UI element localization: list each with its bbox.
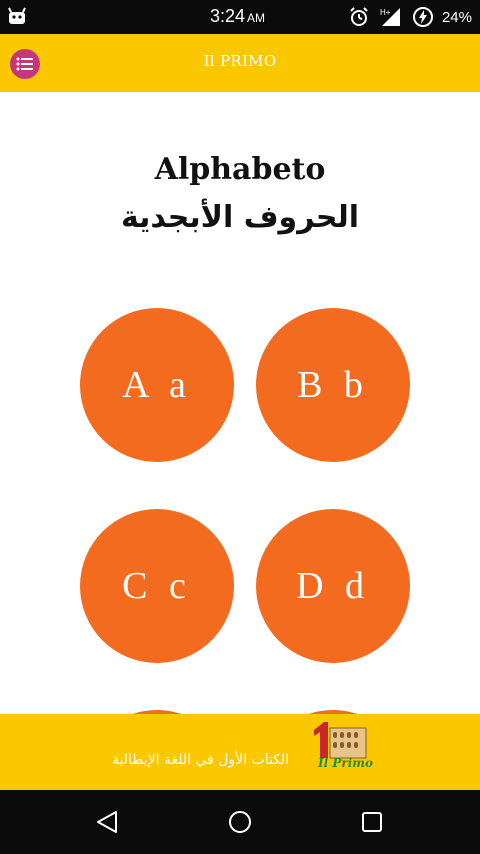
home-icon[interactable] <box>226 808 254 836</box>
status-time: 3:24 AM <box>210 6 265 27</box>
status-icons: H+ 24% <box>348 4 472 30</box>
status-time-ampm: AM <box>247 11 266 25</box>
page-title-arabic: الحروف الأبجدية <box>120 200 360 235</box>
app-header: Il PRIMO <box>0 34 480 92</box>
alphabet-content[interactable]: Alphabeto الحروف الأبجدية A a B b C c D … <box>0 92 480 714</box>
android-nav-bar <box>0 790 480 854</box>
status-bar: 3:24 AM H+ 24% <box>0 0 480 34</box>
letter-c-button[interactable]: C c <box>80 509 234 663</box>
alarm-icon <box>350 7 368 26</box>
battery-percentage: 24% <box>441 8 472 26</box>
letter-d-button[interactable]: D d <box>256 509 410 663</box>
footer-caption: الكتاب الأول في اللغة الإيطالية <box>112 752 290 768</box>
network-type: H+ <box>380 8 391 17</box>
battery-charging-icon <box>412 7 433 27</box>
android-debug-icon <box>8 7 26 24</box>
page-title-latin: Alphabeto <box>154 152 326 187</box>
recents-icon[interactable] <box>358 808 386 836</box>
letter-b-button[interactable]: B b <box>256 308 410 462</box>
app-title: Il PRIMO <box>203 52 277 70</box>
letter-a-button[interactable]: A a <box>80 308 234 462</box>
signal-icon: H+ <box>380 8 400 26</box>
footer-banner[interactable]: الكتاب الأول في اللغة الإيطالية Il Primo <box>0 714 480 790</box>
back-icon[interactable] <box>94 808 122 836</box>
status-time-value: 3:24 <box>210 6 246 26</box>
logo-text: Il Primo <box>318 756 373 770</box>
